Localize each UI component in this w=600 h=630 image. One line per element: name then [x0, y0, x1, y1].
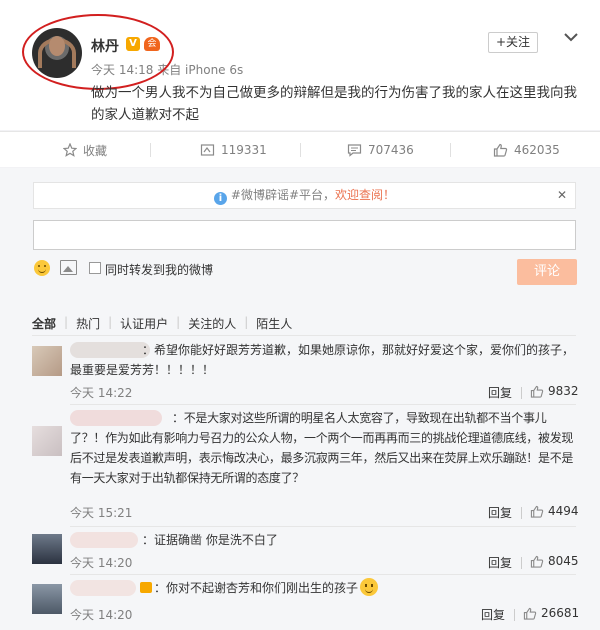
- verified-badge-icon[interactable]: V: [126, 37, 140, 51]
- thumbs-up-icon: [523, 607, 537, 620]
- thumbs-up-icon: [530, 505, 544, 518]
- comment-text-content: ：你对不起谢杏芳和你们刚出生的孩子: [154, 581, 359, 595]
- comment-item: ：希望你能好好跟芳芳道歉，如果她原谅你，那就好好爱这个家，爱你们的孩子，最重要是…: [32, 340, 579, 405]
- comment-time: 今天 14:20: [70, 608, 133, 622]
- comment-time: 今天 15:21: [70, 506, 133, 520]
- comments-section: i #微博辟谣#平台，欢迎查阅！ ✕ 同时转发到我的微博 评论 全部 | 热门 | 认…: [0, 168, 600, 630]
- tab-following[interactable]: 关注的人: [180, 315, 244, 332]
- comment-item: ：你对不起谢杏芳和你们刚出生的孩子 今天 14:20 回复 26681: [32, 578, 579, 630]
- comment-like-count: 4494: [548, 504, 579, 518]
- post-card: 林丹 V 会 今天 14:18 来自 iPhone 6s +关注 做为一个男人我…: [0, 0, 600, 130]
- comment-action-divider: [521, 507, 522, 519]
- star-icon: [63, 143, 77, 157]
- comment-filter-tabs: 全部 | 热门 | 认证用户 | 关注的人 | 陌生人: [32, 315, 300, 332]
- close-icon[interactable]: ✕: [557, 183, 567, 208]
- author-avatar[interactable]: [32, 28, 82, 78]
- emoji-icon[interactable]: [34, 260, 50, 276]
- vip-crown-icon: [140, 582, 152, 593]
- comment-like-button[interactable]: 4494: [530, 504, 579, 518]
- repost-button[interactable]: 119331: [200, 132, 267, 168]
- comment-text: ：证据确凿 你是洗不白了: [142, 533, 278, 547]
- thumbs-up-icon: [493, 143, 508, 157]
- reply-button[interactable]: 回复: [488, 554, 512, 571]
- comment-text: ：你对不起谢杏芳和你们刚出生的孩子: [70, 578, 574, 598]
- author-name[interactable]: 林丹: [91, 36, 119, 56]
- comment-action-divider: [521, 557, 522, 569]
- reply-button[interactable]: 回复: [481, 606, 505, 623]
- image-icon[interactable]: [60, 260, 77, 275]
- comment-time: 今天 14:20: [70, 556, 133, 570]
- thumbs-up-icon: [530, 555, 544, 568]
- comment-time: 今天 14:22: [70, 386, 133, 400]
- rumor-notice-banner: i #微博辟谣#平台，欢迎查阅！ ✕: [33, 182, 576, 209]
- post-action-bar: 收藏 119331 707436 462035: [0, 131, 600, 167]
- comment-text: ：希望你能好好跟芳芳道歉，如果她原谅你，那就好好爱这个家，爱你们的孩子，最重要是…: [70, 343, 575, 377]
- weibo-post-page: 林丹 V 会 今天 14:18 来自 iPhone 6s +关注 做为一个男人我…: [0, 0, 600, 630]
- post-content: 做为一个男人我不为自己做更多的辩解但是我的行为伤害了我的家人在这里我向我的家人道…: [91, 85, 577, 123]
- action-divider: [450, 143, 451, 157]
- smiley-emoji-icon: [360, 578, 379, 596]
- comment-item: ：证据确凿 你是洗不白了 今天 14:20 回复 8045: [32, 530, 579, 575]
- comment-button[interactable]: 707436: [347, 132, 414, 168]
- repost-count: 119331: [221, 143, 267, 157]
- comment-action-divider: [514, 609, 515, 621]
- favorite-label: 收藏: [83, 143, 108, 158]
- tab-strangers[interactable]: 陌生人: [248, 315, 300, 332]
- comment-action-divider: [521, 387, 522, 399]
- comment-item: ：不是大家对这些所谓的明星名人太宽容了，导致现在出轨都不当个事儿了？！作为如此有…: [32, 408, 579, 528]
- post-time[interactable]: 今天 14:18: [91, 63, 153, 77]
- comment-like-button[interactable]: 8045: [530, 554, 579, 568]
- repost-checkbox-label: 同时转发到我的微博: [105, 263, 214, 277]
- comment-input[interactable]: [33, 220, 576, 250]
- comment-divider: [70, 526, 576, 527]
- favorite-button[interactable]: 收藏: [63, 132, 107, 168]
- filter-divider: [32, 335, 576, 336]
- commenter-avatar[interactable]: [32, 584, 62, 614]
- info-icon: i: [213, 192, 227, 205]
- tab-all[interactable]: 全部: [32, 315, 64, 332]
- tab-hot[interactable]: 热门: [68, 315, 108, 332]
- comment-count: 707436: [368, 143, 414, 157]
- reply-button[interactable]: 回复: [488, 504, 512, 521]
- comment-text: ：不是大家对这些所谓的明星名人太宽容了，导致现在出轨都不当个事儿了？！作为如此有…: [70, 411, 574, 485]
- action-divider: [300, 143, 301, 157]
- repost-checkbox[interactable]: [89, 262, 101, 274]
- like-count: 462035: [514, 143, 560, 157]
- notice-text: #微博辟谣#平台，: [230, 188, 336, 202]
- comment-like-button[interactable]: 9832: [530, 384, 579, 398]
- comment-divider: [70, 404, 576, 405]
- commenter-avatar[interactable]: [32, 346, 62, 376]
- chevron-down-icon[interactable]: [562, 30, 580, 44]
- action-divider: [150, 143, 151, 157]
- comment-divider: [70, 574, 576, 575]
- commenter-avatar[interactable]: [32, 426, 62, 456]
- comment-like-count: 8045: [548, 554, 579, 568]
- vip-badge-icon[interactable]: 会: [144, 37, 160, 51]
- notice-link[interactable]: 欢迎查阅！: [335, 188, 395, 202]
- avatar-face: [49, 36, 65, 56]
- post-meta: 今天 14:18 来自 iPhone 6s: [91, 61, 243, 78]
- reply-button[interactable]: 回复: [488, 384, 512, 401]
- submit-comment-button[interactable]: 评论: [517, 259, 577, 285]
- post-source[interactable]: 来自 iPhone 6s: [157, 63, 243, 77]
- like-button[interactable]: 462035: [493, 132, 560, 168]
- comment-like-count: 26681: [541, 606, 580, 620]
- comment-icon: [347, 144, 362, 157]
- comment-like-button[interactable]: 26681: [523, 606, 579, 620]
- thumbs-up-icon: [530, 385, 544, 398]
- repost-icon: [200, 144, 215, 156]
- tab-verified-users[interactable]: 认证用户: [112, 315, 176, 332]
- follow-button[interactable]: +关注: [488, 32, 538, 53]
- comment-like-count: 9832: [548, 384, 579, 398]
- commenter-avatar[interactable]: [32, 534, 62, 564]
